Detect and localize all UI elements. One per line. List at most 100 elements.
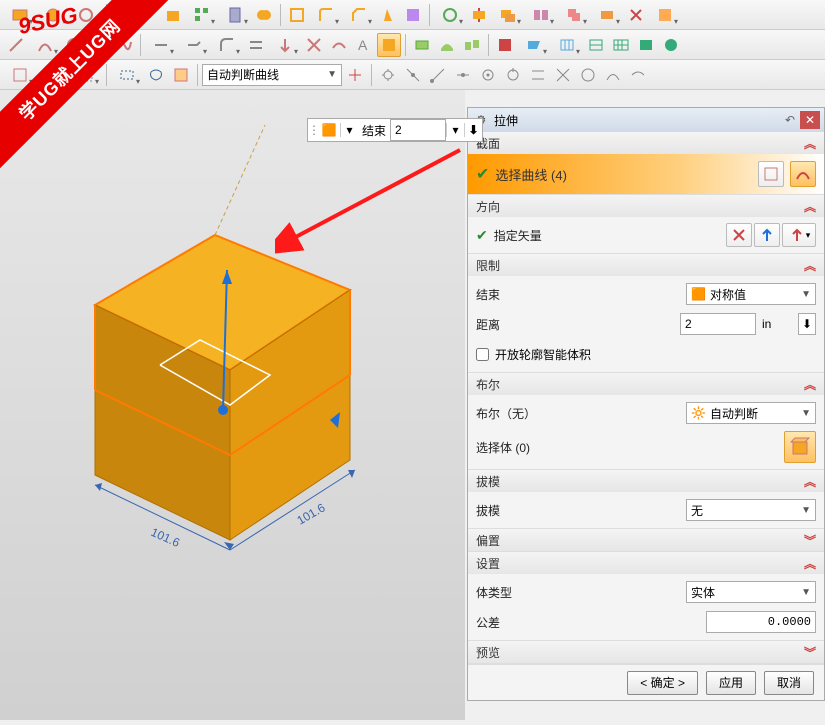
tool-draft-icon[interactable] [376,3,400,27]
tool-snap4-icon[interactable] [426,63,450,87]
tool-sel-scope-icon[interactable] [4,63,36,87]
tool-surf1-icon[interactable] [410,33,434,57]
tool-snap2-icon[interactable] [376,63,400,87]
reverse-direction-button[interactable] [726,223,752,247]
section-header-preview[interactable]: 预览 ︾ [468,641,824,663]
tool-region-icon[interactable] [377,33,401,57]
tool-snap8-icon[interactable] [526,63,550,87]
tool-shell-icon[interactable] [285,3,309,27]
tool-scale-icon[interactable] [558,3,590,27]
curve-filter-combo[interactable]: 自动判断曲线 ▼ [202,64,342,86]
tool-blend-icon[interactable] [310,3,342,27]
tool-intersect-icon[interactable] [302,33,326,57]
tool-delete-icon[interactable] [624,3,648,27]
tool-mesh4-icon[interactable] [634,33,658,57]
distance-dropdown-button[interactable]: ⬇ [798,313,816,335]
tool-text-icon[interactable]: A [352,33,376,57]
vector-dialog-button[interactable] [754,223,780,247]
apply-button[interactable]: 应用 [706,671,756,695]
tool-mesh2-icon[interactable] [584,33,608,57]
tool-snap3-icon[interactable] [401,63,425,87]
tool-snap9-icon[interactable] [551,63,575,87]
tool-surf3-icon[interactable] [460,33,484,57]
open-profile-row[interactable]: 开放轮廓智能体积 [476,342,816,366]
tool-surf4-icon[interactable] [493,33,517,57]
section-header-boolean[interactable]: 布尔 ︽ [468,373,824,395]
tool-snap10-icon[interactable] [576,63,600,87]
tool-snap7-icon[interactable] [501,63,525,87]
end-value-floating-input[interactable]: ⋮⋮ 🟧 ▾ 结束 ▾ ⬇ [307,118,483,142]
end-value-input[interactable] [390,119,446,141]
tool-replace-icon[interactable] [591,3,623,27]
tool-unite-icon[interactable] [252,3,276,27]
tool-sel-rect-icon[interactable] [111,63,143,87]
tool-sketch-icon[interactable] [136,3,160,27]
draft-select[interactable]: 无 ▼ [686,499,816,521]
down-arrow-icon[interactable]: ⬇ [464,123,482,137]
tool-thread-icon[interactable] [219,3,251,27]
section-header-direction[interactable]: 方向 ︽ [468,195,824,217]
tool-hole-icon[interactable] [70,3,102,27]
tool-snap12-icon[interactable] [626,63,650,87]
tool-bridge-icon[interactable] [327,33,351,57]
curve-rule-button[interactable] [790,161,816,187]
close-icon[interactable]: ✕ [800,111,820,129]
ok-button[interactable]: < 确定 > [627,671,698,695]
body-type-select[interactable]: 实体 ▼ [686,581,816,603]
vector-constructor-button[interactable]: ▾ [782,223,816,247]
tool-offset2-icon[interactable] [244,33,268,57]
end-type-select[interactable]: 🟧 对称值 ▼ [686,283,816,305]
section-header-draft[interactable]: 拔模 ︽ [468,470,824,492]
select-curve-row[interactable]: ✔ 选择曲线 (4) [468,154,824,194]
open-profile-checkbox[interactable] [476,348,489,361]
tool-rect-icon[interactable] [87,33,111,57]
tool-sel-type-icon[interactable] [37,63,69,87]
tool-offset-icon[interactable] [492,3,524,27]
grip-icon[interactable]: ⋮⋮ [308,123,318,137]
tool-trim-icon[interactable] [401,3,425,27]
section-header-offset[interactable]: 偏置 ︾ [468,529,824,551]
sketch-section-button[interactable] [758,161,784,187]
tool-revolve-icon[interactable] [37,3,69,27]
tool-circle-icon[interactable] [62,33,86,57]
tolerance-input[interactable] [706,611,816,633]
tool-mesh5-icon[interactable] [659,33,683,57]
tool-snap11-icon[interactable] [601,63,625,87]
tool-move-icon[interactable] [434,3,466,27]
tool-more-icon[interactable] [649,3,681,27]
tool-datum-icon[interactable] [111,3,135,27]
tool-block-icon[interactable] [161,3,185,27]
tool-snap1-icon[interactable] [343,63,367,87]
tool-mirror-icon[interactable] [525,3,557,27]
tool-fillet-icon[interactable] [211,33,243,57]
tool-chamfer-icon[interactable] [343,3,375,27]
tool-split-icon[interactable] [467,3,491,27]
chevron-down-icon[interactable]: ▾ [446,123,464,137]
tool-sel-lasso-icon[interactable] [144,63,168,87]
tool-mesh1-icon[interactable] [551,33,583,57]
tool-surf5-icon[interactable] [518,33,550,57]
cancel-button[interactable]: 取消 [764,671,814,695]
chevron-down-icon[interactable]: ▾ [340,123,358,137]
tool-extrude-icon[interactable] [4,3,36,27]
tool-snap5-icon[interactable] [451,63,475,87]
tool-sel-filter-icon[interactable] [70,63,102,87]
tool-pattern-icon[interactable] [186,3,218,27]
tool-spline-icon[interactable] [112,33,136,57]
section-header-settings[interactable]: 设置 ︽ [468,552,824,574]
tool-proj-icon[interactable] [269,33,301,57]
viewport-3d[interactable]: 101.6 101.6 [0,90,465,720]
tool-snap6-icon[interactable] [476,63,500,87]
undo-icon[interactable]: ↶ [780,113,800,127]
distance-input[interactable] [680,313,756,335]
tool-trim2-icon[interactable] [145,33,177,57]
tool-surf2-icon[interactable] [435,33,459,57]
tool-line-icon[interactable] [4,33,28,57]
boolean-select[interactable]: 🔆 自动判断 ▼ [686,402,816,424]
section-header-section[interactable]: 截面 ︽ [468,132,824,154]
tool-sel-all-icon[interactable] [169,63,193,87]
tool-mesh3-icon[interactable] [609,33,633,57]
section-header-limits[interactable]: 限制 ︽ [468,254,824,276]
select-body-button[interactable] [784,431,816,463]
tool-extend-icon[interactable] [178,33,210,57]
